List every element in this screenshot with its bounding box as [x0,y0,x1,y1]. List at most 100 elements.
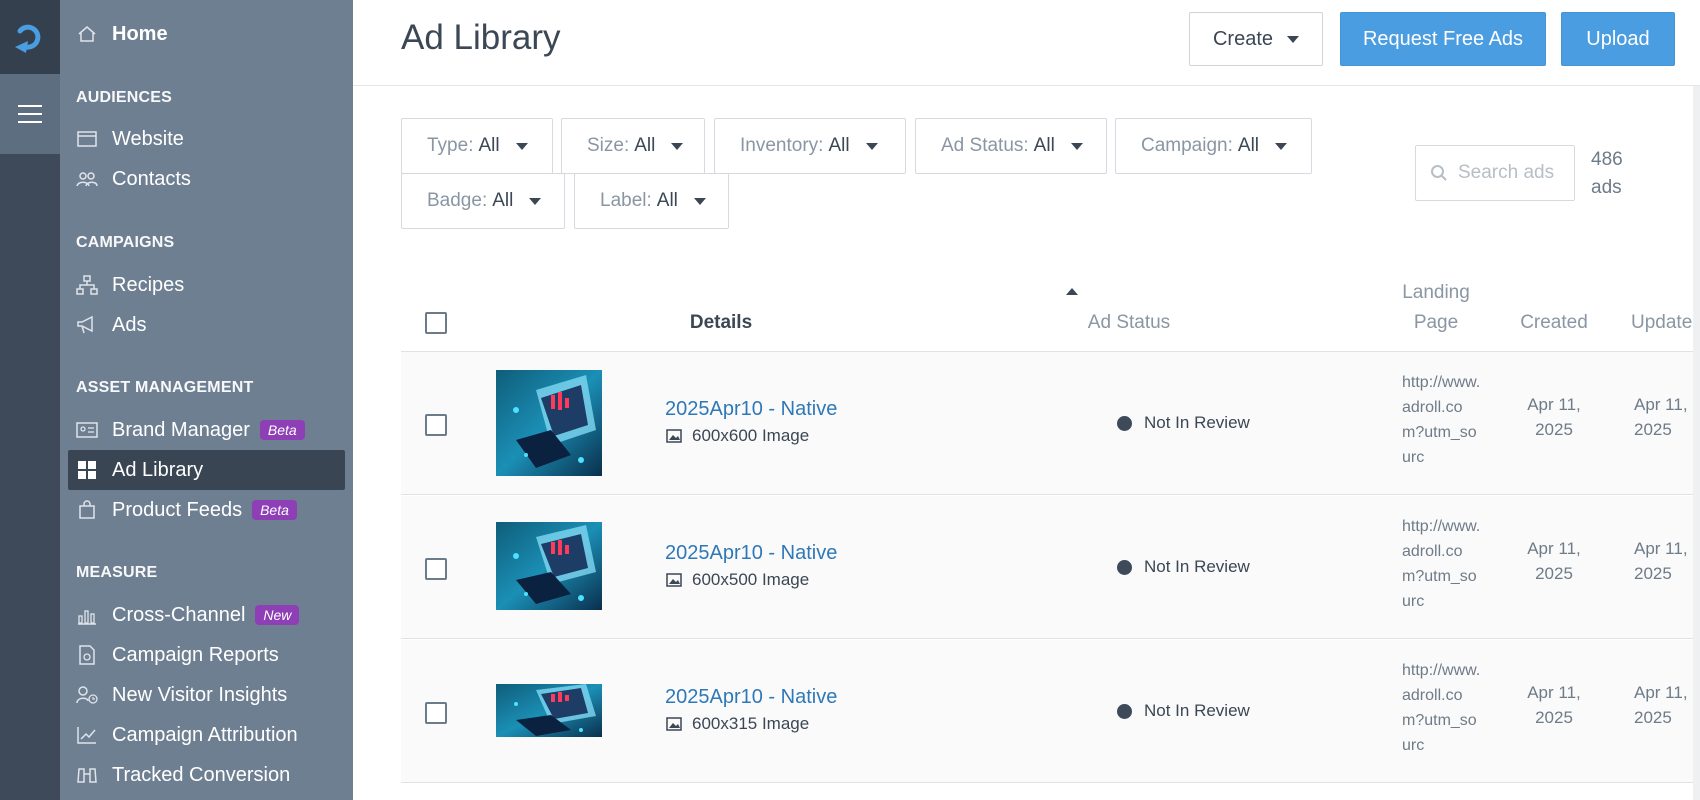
filter-label: Badge: [427,190,488,211]
sidebar-item-tracked-conversion[interactable]: Tracked Conversion [68,755,345,795]
sidebar-item-label: Contacts [112,167,191,190]
created-date-line1: Apr 11, [1527,539,1581,558]
updated-date-line2: 2025 [1634,708,1672,727]
row-checkbox[interactable] [425,414,447,436]
chevron-down-icon [865,142,878,150]
ad-thumbnail[interactable] [496,684,602,737]
created-date-line2: 2025 [1535,708,1573,727]
ad-type: 600x600 Image [666,426,809,446]
sidebar-item-label: Campaign Attribution [112,723,298,746]
filter-value: All [656,190,678,211]
image-icon [666,717,682,731]
hamburger-menu-button[interactable] [0,74,60,154]
sidebar-item-brand-manager[interactable]: Brand Manager Beta [68,410,345,450]
filter-value: All [1237,135,1260,156]
ad-thumbnail[interactable] [496,522,602,610]
filter-type[interactable]: Type: All [401,118,553,174]
new-badge: New [255,605,300,625]
user-clock-icon [76,684,98,706]
chevron-down-icon [1070,142,1083,150]
column-landing-page[interactable]: Landing Page [1401,278,1471,338]
filter-badge[interactable]: Badge: All [401,173,565,229]
sidebar-item-cross-channel[interactable]: Cross-Channel New [68,595,345,635]
filter-value: All [478,135,500,156]
table-header: Details Ad Status Landing Page Created U… [401,270,1693,352]
binoculars-icon [76,764,98,786]
chevron-down-icon [1287,35,1300,43]
chevron-down-icon [671,142,684,150]
table-row[interactable]: 2025Apr10 - Native 600x600 Image Not In … [401,352,1693,495]
filter-label[interactable]: Label: All [574,173,729,229]
ad-name-link[interactable]: 2025Apr10 - Native [665,542,837,565]
select-all-checkbox[interactable] [425,312,447,334]
ad-status-label: Not In Review [1144,557,1250,576]
sort-ascending-icon[interactable] [1066,288,1078,295]
filter-inventory[interactable]: Inventory: All [714,118,906,174]
ad-type-label: 600x500 Image [692,570,810,589]
ad-type: 600x500 Image [666,570,809,590]
section-campaigns: CAMPAIGNS [76,234,175,251]
search-input[interactable] [1458,162,1568,184]
request-free-ads-button[interactable]: Request Free Ads [1340,12,1546,66]
sidebar-item-label: New Visitor Insights [112,683,288,706]
sidebar-item-home[interactable]: Home [68,14,345,54]
sidebar-item-label: Recipes [112,273,185,296]
sidebar-item-campaign-attribution[interactable]: Campaign Attribution [68,715,345,755]
filter-campaign[interactable]: Campaign: All [1115,118,1312,174]
upload-label: Upload [1586,27,1650,50]
sidebar-item-new-visitor-insights[interactable]: New Visitor Insights [68,675,345,715]
ad-type-label: 600x315 Image [692,714,810,733]
sidebar-item-product-feeds[interactable]: Product Feeds Beta [68,490,345,530]
sidebar-item-label: Home [112,22,168,45]
shopping-bag-icon [76,499,98,521]
column-updated[interactable]: Updated [1631,308,1693,338]
row-checkbox[interactable] [425,558,447,580]
column-created[interactable]: Created [1501,308,1607,338]
ad-type-label: 600x600 Image [692,426,810,445]
main-content: Ad Library Create Request Free Ads Uploa… [353,0,1700,800]
landing-page-url[interactable]: http://www.adroll.com?utm_sourc [1402,370,1482,470]
home-icon [76,23,98,45]
create-dropdown-button[interactable]: Create [1189,12,1323,66]
ad-thumbnail[interactable] [496,370,602,476]
logo[interactable] [0,0,60,74]
grid-icon [76,459,98,481]
sidebar-item-contacts[interactable]: Contacts [68,159,345,199]
table-row[interactable]: 2025Apr10 - Native 600x500 Image Not In … [401,496,1693,639]
created-date: Apr 11, 2025 [1514,392,1594,442]
section-measure: MEASURE [76,564,158,581]
upload-button[interactable]: Upload [1561,12,1675,66]
row-checkbox[interactable] [425,702,447,724]
trend-line-icon [76,724,98,746]
sidebar-item-website[interactable]: Website [68,119,345,159]
filter-size[interactable]: Size: All [561,118,705,174]
sidebar-item-ad-library[interactable]: Ad Library [68,450,345,490]
column-landing-line1: Landing [1402,282,1470,303]
sidebar-item-label: Website [112,127,184,150]
report-document-icon [76,644,98,666]
sidebar-item-ads[interactable]: Ads [68,305,345,345]
section-asset-management: ASSET MANAGEMENT [76,379,254,396]
sidebar-item-label: Campaign Reports [112,643,279,666]
request-free-ads-label: Request Free Ads [1362,27,1524,50]
column-ad-status[interactable]: Ad Status [1059,308,1199,338]
filter-label: Inventory: [740,135,824,156]
scrollbar[interactable] [1693,86,1700,800]
sidebar-item-recipes[interactable]: Recipes [68,265,345,305]
filter-ad-status[interactable]: Ad Status: All [915,118,1107,174]
landing-page-url[interactable]: http://www.adroll.com?utm_sourc [1402,514,1482,614]
landing-page-url[interactable]: http://www.adroll.com?utm_sourc [1402,658,1482,758]
table-row[interactable]: 2025Apr10 - Native 600x315 Image Not In … [401,640,1693,783]
users-icon [76,168,98,190]
ad-name-link[interactable]: 2025Apr10 - Native [665,686,837,709]
hamburger-icon [18,105,42,123]
chevron-down-icon [515,142,528,150]
sidebar-item-campaign-reports[interactable]: Campaign Reports [68,635,345,675]
ad-status: Not In Review [1117,701,1250,721]
megaphone-icon [76,314,98,336]
beta-badge: Beta [252,500,297,520]
ad-name-link[interactable]: 2025Apr10 - Native [665,398,837,421]
ad-status: Not In Review [1117,413,1250,433]
search-box[interactable] [1415,145,1575,201]
column-details[interactable]: Details [651,308,791,338]
